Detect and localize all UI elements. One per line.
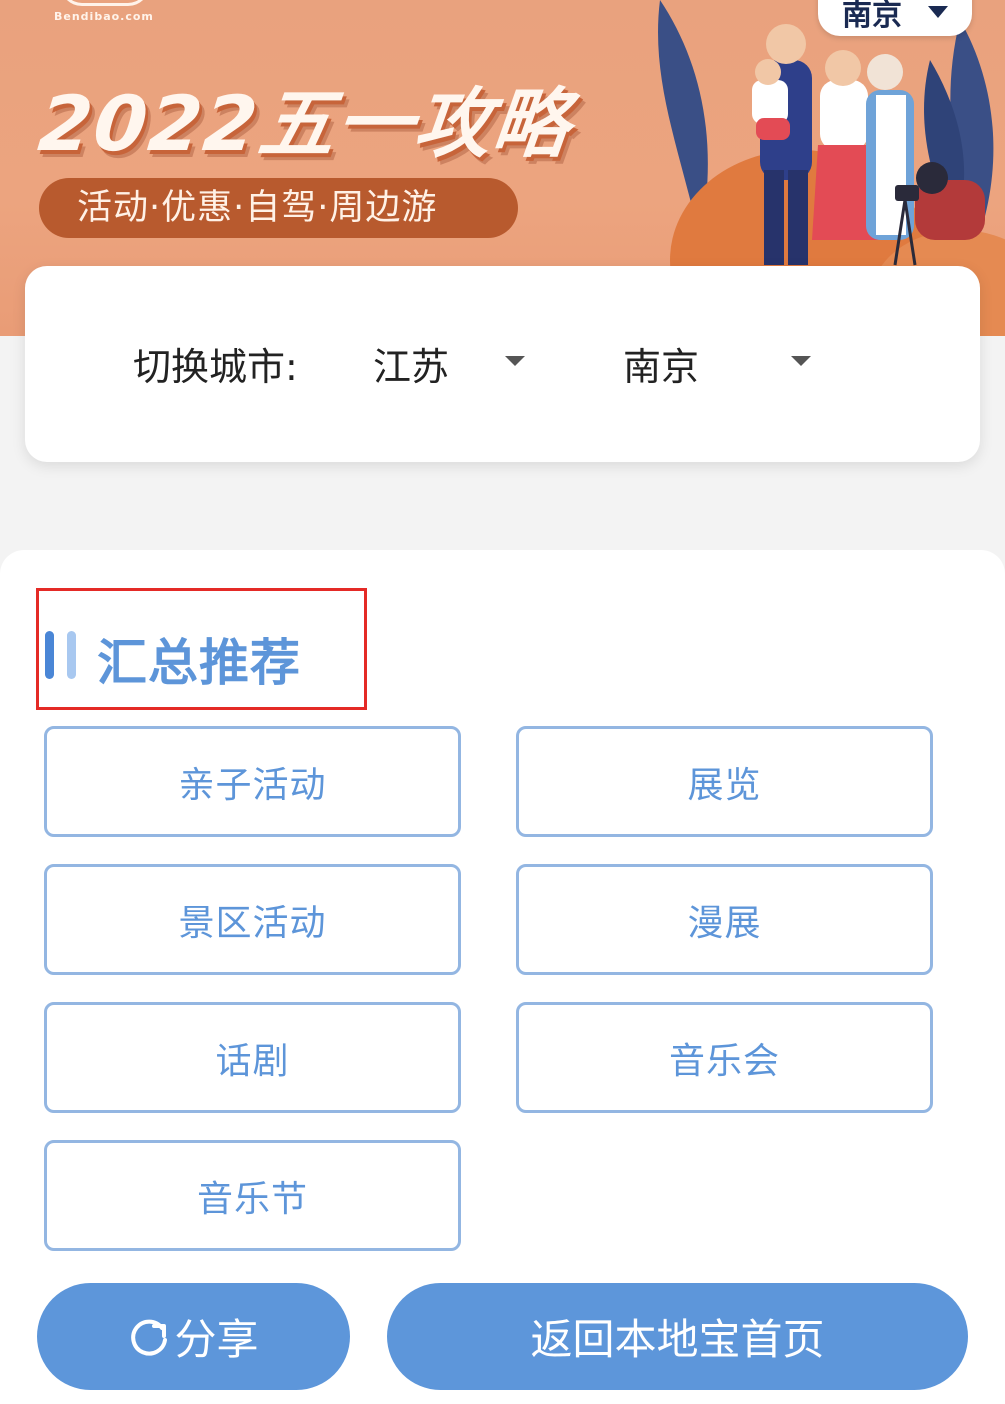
page: Bendibao.com 2022五一攻略 活动·优惠·自驾·周边游 南京 切换… [0, 0, 1005, 1404]
banner-title: 2022五一攻略 [34, 79, 576, 168]
share-icon [131, 1319, 168, 1356]
city-chip-button[interactable]: 南京 [818, 0, 972, 36]
category-button-drama[interactable]: 话剧 [44, 1002, 461, 1113]
person-shape [752, 80, 788, 124]
summary-panel: 汇总推荐 亲子活动 展览 景区活动 漫展 话剧 音乐会 音乐节 分享 返回本地宝… [0, 550, 1005, 1404]
person-shape [764, 170, 784, 265]
section-title: 汇总推荐 [97, 634, 301, 692]
caret-down-icon [791, 356, 811, 366]
share-button[interactable]: 分享 [37, 1283, 350, 1390]
banner-tagline: 活动·优惠·自驾·周边游 [39, 178, 518, 238]
logo-arc [60, 0, 150, 6]
category-button-scenic-events[interactable]: 景区活动 [44, 864, 461, 975]
site-logo[interactable]: Bendibao.com [50, 0, 160, 24]
city-switch-card: 切换城市: 江苏 南京 [25, 266, 980, 462]
camera-shape [895, 185, 919, 201]
caret-down-icon [505, 356, 525, 366]
person-shape [766, 24, 806, 64]
site-logo-text: Bendibao.com [54, 10, 154, 23]
province-select[interactable]: 江苏 [365, 326, 535, 396]
person-shape [755, 59, 781, 85]
person-shape [867, 54, 903, 90]
category-button-exhibition[interactable]: 展览 [516, 726, 933, 837]
city-switch-label: 切换城市: [133, 345, 298, 389]
back-to-home-button[interactable]: 返回本地宝首页 [387, 1283, 968, 1390]
section-header-highlight: 汇总推荐 [36, 588, 367, 710]
city-chip-label: 南京 [842, 0, 902, 33]
city-select[interactable]: 南京 [615, 326, 825, 396]
person-shape [788, 170, 808, 265]
person-shape [756, 118, 790, 140]
caret-down-icon [928, 6, 948, 18]
province-select-value: 江苏 [373, 345, 450, 389]
person-shape [820, 80, 868, 150]
category-button-concert[interactable]: 音乐会 [516, 1002, 933, 1113]
section-bars-icon [45, 631, 85, 679]
category-button-comic-expo[interactable]: 漫展 [516, 864, 933, 975]
person-shape [825, 50, 861, 86]
share-button-label: 分享 [174, 1315, 259, 1364]
category-button-parent-child[interactable]: 亲子活动 [44, 726, 461, 837]
back-to-home-label: 返回本地宝首页 [530, 1315, 825, 1364]
city-select-value: 南京 [623, 345, 700, 389]
person-shape [916, 162, 948, 194]
category-button-music-festival[interactable]: 音乐节 [44, 1140, 461, 1251]
